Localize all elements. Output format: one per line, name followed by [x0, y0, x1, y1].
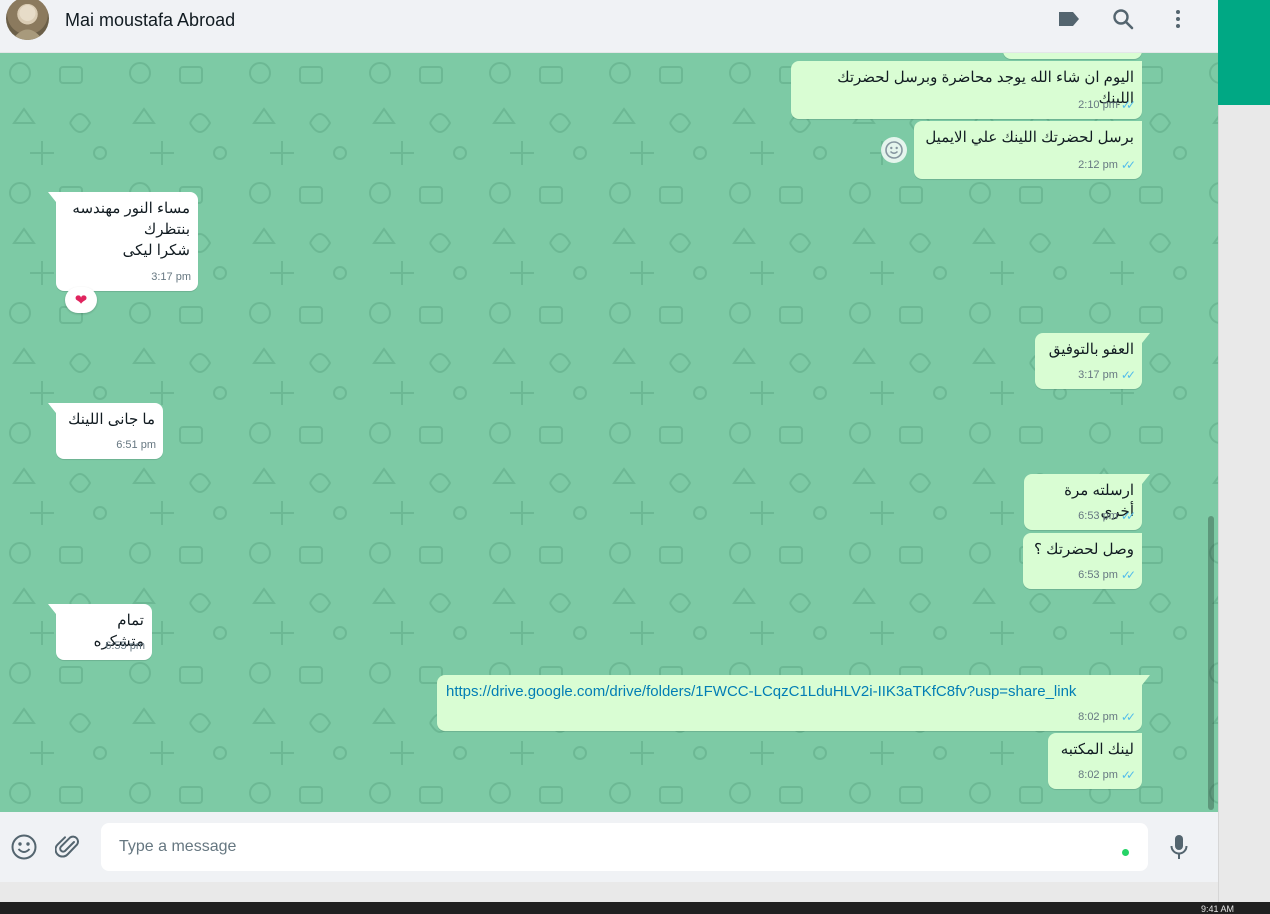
message-text: شكرا ليكى — [122, 242, 190, 259]
react-emoji-icon[interactable] — [881, 137, 907, 163]
heart-reaction-icon[interactable]: ❤ — [65, 287, 97, 313]
message-time: 6:51 pm — [116, 439, 156, 451]
mic-icon[interactable] — [1164, 832, 1194, 862]
read-ticks-icon: ✓✓ — [1120, 368, 1136, 382]
message-meta: 8:02 pm ✓✓ — [1078, 765, 1136, 786]
message-text: مساء النور مهندسه — [72, 200, 190, 217]
label-icon[interactable] — [1056, 6, 1082, 32]
background-app-header — [1218, 0, 1270, 105]
message-input-box[interactable] — [101, 823, 1148, 871]
message-link[interactable]: https://drive.google.com/drive/folders/1… — [446, 681, 1134, 702]
os-taskbar: 9:41 AM — [0, 902, 1270, 914]
read-ticks-icon: ✓✓ — [1120, 568, 1136, 582]
search-icon[interactable] — [1110, 6, 1136, 32]
message-text: لينك المكتبه — [1060, 741, 1134, 758]
message-bubble[interactable]: تمام متشكره 6:55 pm — [48, 604, 152, 660]
message-meta: 3:17 pm — [151, 267, 191, 288]
message-time: 3:17 pm — [151, 271, 191, 283]
message-text: برسل لحضرتك اللينك علي الايميل — [925, 129, 1134, 146]
whatsapp-window: Mai moustafa Abroad اليوم ان شاء الله يو… — [0, 0, 1270, 914]
message-meta: 8:02 pm ✓✓ — [1078, 707, 1136, 728]
background-app-panel — [1218, 105, 1270, 902]
message-bubble-link[interactable]: https://drive.google.com/drive/folders/1… — [437, 675, 1150, 731]
message-bubble[interactable]: وصل لحضرتك ؟ 6:53 pm ✓✓ — [1023, 533, 1142, 589]
message-input[interactable] — [119, 823, 1099, 871]
message-meta: 2:12 pm ✓✓ — [1078, 155, 1136, 176]
message-meta: 6:55 pm — [105, 636, 145, 657]
message-meta: 6:53 pm ✓✓ — [1078, 565, 1136, 586]
message-bubble[interactable]: لينك المكتبه 8:02 pm ✓✓ — [1048, 733, 1142, 789]
message-bubble[interactable]: ارسلته مرة أخري 6:53 pm ✓✓ — [1024, 474, 1150, 530]
message-bubble[interactable]: ما جانى اللينك 6:51 pm — [48, 403, 163, 459]
input-status-dot — [1122, 849, 1129, 856]
message-meta: 6:51 pm — [116, 435, 156, 456]
taskbar-clock: 9:41 AM — [1200, 904, 1234, 914]
message-text: ما جانى اللينك — [68, 411, 155, 428]
message-text: العفو بالتوفيق — [1048, 341, 1134, 358]
message-time: 3:17 pm — [1078, 369, 1118, 381]
message-time: 8:02 pm — [1078, 769, 1118, 781]
message-time: 2:10 pm — [1078, 99, 1118, 111]
read-ticks-icon: ✓✓ — [1120, 98, 1136, 112]
contact-name[interactable]: Mai moustafa Abroad — [65, 10, 235, 31]
message-composer — [0, 812, 1218, 882]
message-meta: 3:17 pm ✓✓ — [1078, 365, 1136, 386]
message-text: بنتظرك — [143, 221, 190, 238]
avatar[interactable] — [6, 0, 49, 40]
message-time: 2:12 pm — [1078, 159, 1118, 171]
message-bubble-partial[interactable] — [1003, 53, 1142, 59]
read-ticks-icon: ✓✓ — [1120, 158, 1136, 172]
message-bubble[interactable]: العفو بالتوفيق 3:17 pm ✓✓ — [1035, 333, 1150, 389]
read-ticks-icon: ✓✓ — [1120, 710, 1136, 724]
message-bubble[interactable]: اليوم ان شاء الله يوجد محاضرة وبرسل لحضر… — [791, 61, 1142, 119]
chat-scrollbar[interactable] — [1208, 516, 1214, 810]
message-bubble[interactable]: مساء النور مهندسه بنتظرك شكرا ليكى 3:17 … — [48, 192, 198, 291]
message-time: 8:02 pm — [1078, 711, 1118, 723]
read-ticks-icon: ✓✓ — [1120, 509, 1136, 523]
message-bubble[interactable]: برسل لحضرتك اللينك علي الايميل 2:12 pm ✓… — [914, 121, 1142, 179]
chat-header: Mai moustafa Abroad — [0, 0, 1218, 53]
message-time: 6:53 pm — [1078, 569, 1118, 581]
attach-icon[interactable] — [53, 832, 83, 862]
emoji-icon[interactable] — [9, 832, 39, 862]
message-time: 6:55 pm — [105, 640, 145, 652]
menu-icon[interactable] — [1165, 6, 1191, 32]
chat-area[interactable]: اليوم ان شاء الله يوجد محاضرة وبرسل لحضر… — [0, 53, 1218, 812]
message-time: 6:53 pm — [1078, 510, 1118, 522]
message-meta: 2:10 pm ✓✓ — [1078, 95, 1136, 116]
message-text: وصل لحضرتك ؟ — [1034, 541, 1134, 558]
message-meta: 6:53 pm ✓✓ — [1078, 506, 1136, 527]
read-ticks-icon: ✓✓ — [1120, 768, 1136, 782]
